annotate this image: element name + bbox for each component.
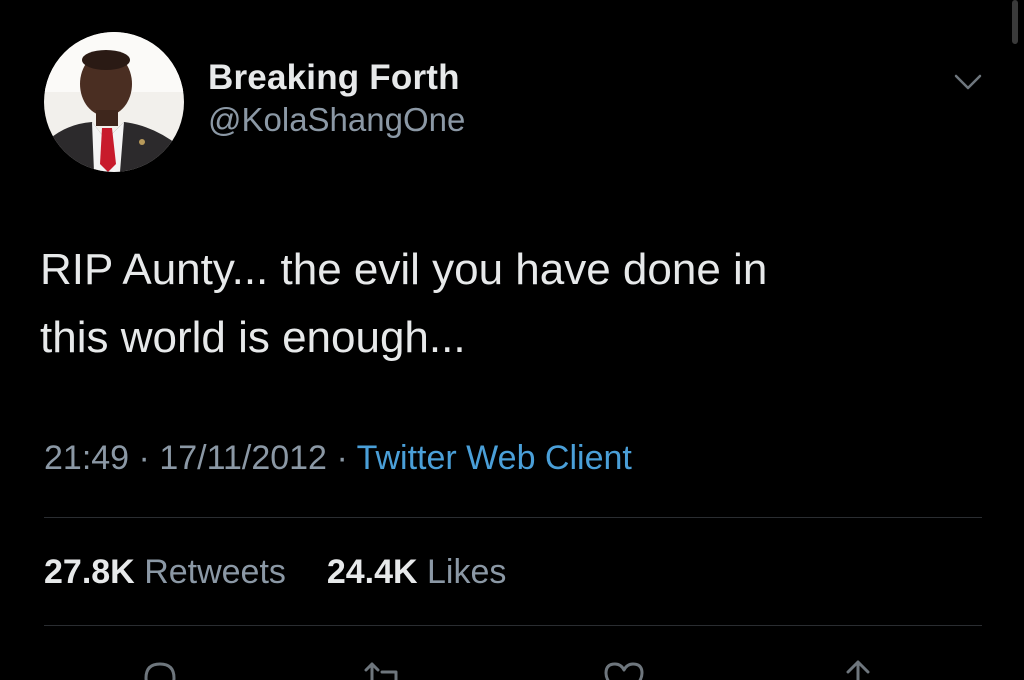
retweets-label: Retweets xyxy=(144,553,286,591)
tweet-meta: 21:49 · 17/11/2012 · Twitter Web Client xyxy=(44,434,632,482)
tweet-header: Breaking Forth @KolaShangOne xyxy=(44,30,988,180)
meta-separator: · xyxy=(336,439,348,477)
tweet-date[interactable]: 17/11/2012 xyxy=(159,439,327,477)
heart-icon[interactable] xyxy=(600,656,648,680)
user-handle[interactable]: @KolaShangOne xyxy=(208,100,465,140)
divider xyxy=(44,517,982,518)
author-names[interactable]: Breaking Forth @KolaShangOne xyxy=(208,58,465,140)
avatar-image xyxy=(44,32,184,172)
avatar[interactable] xyxy=(44,32,184,172)
likes-stat[interactable]: 24.4K Likes xyxy=(327,553,507,591)
tweet-stats: 27.8K Retweets 24.4K Likes xyxy=(44,548,506,596)
scrollbar[interactable] xyxy=(1012,0,1018,44)
tweet-text: RIP Aunty... the evil you have done in t… xyxy=(40,245,768,362)
likes-count: 24.4K xyxy=(326,553,418,591)
action-bar xyxy=(0,656,1024,680)
chevron-down-icon[interactable] xyxy=(948,68,988,98)
reply-icon[interactable] xyxy=(136,656,184,680)
tweet-source-link[interactable]: Twitter Web Client xyxy=(357,439,632,477)
share-icon[interactable] xyxy=(834,656,882,680)
retweets-stat[interactable]: 27.8K Retweets xyxy=(44,553,295,591)
retweet-icon[interactable] xyxy=(360,656,408,680)
meta-separator: · xyxy=(138,439,150,477)
retweets-count: 27.8K xyxy=(44,553,135,591)
likes-label: Likes xyxy=(427,553,507,591)
divider xyxy=(44,625,982,626)
display-name[interactable]: Breaking Forth xyxy=(208,58,465,98)
tweet-time[interactable]: 21:49 xyxy=(44,439,129,477)
